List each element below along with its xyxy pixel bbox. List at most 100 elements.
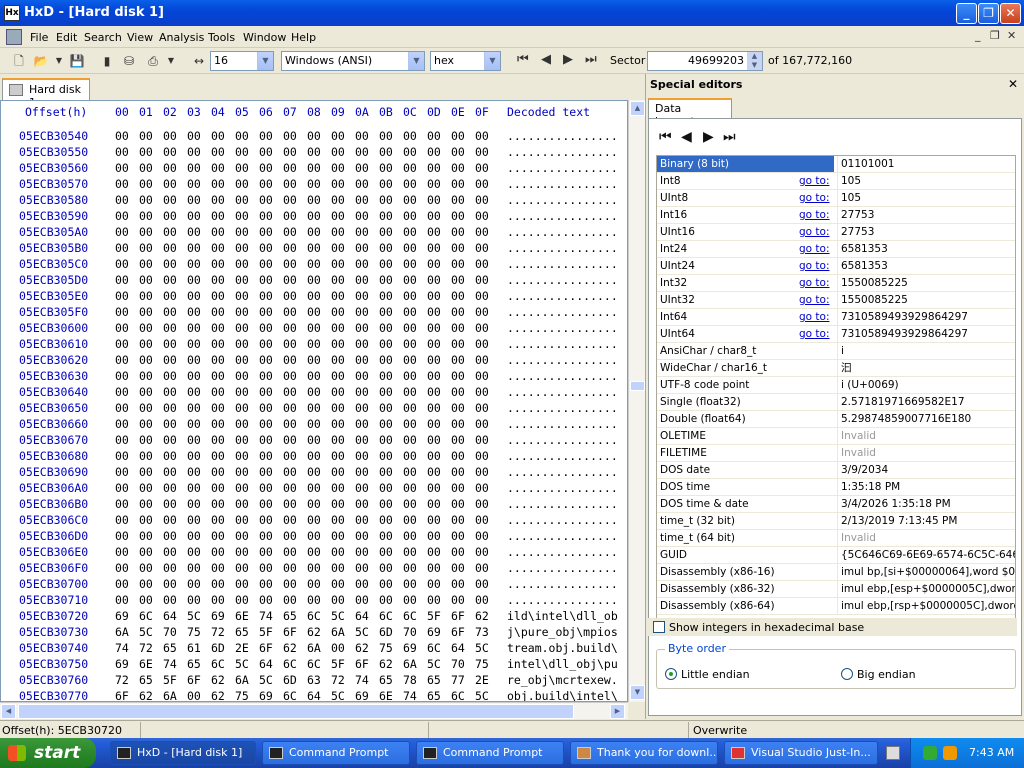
search-icon[interactable] bbox=[943, 746, 957, 760]
hex-byte[interactable]: 00 bbox=[115, 145, 129, 159]
hex-byte[interactable]: 00 bbox=[139, 241, 153, 255]
hex-byte[interactable]: 00 bbox=[163, 305, 177, 319]
hex-byte[interactable]: 00 bbox=[475, 465, 489, 479]
mdi-restore-button[interactable]: ❐ bbox=[990, 29, 1000, 42]
goto-link[interactable]: go to: bbox=[799, 224, 830, 240]
hex-byte[interactable]: 00 bbox=[211, 193, 225, 207]
hex-byte[interactable]: 00 bbox=[139, 145, 153, 159]
hex-byte[interactable]: 00 bbox=[235, 417, 249, 431]
hex-byte[interactable]: 00 bbox=[379, 273, 393, 287]
tab-hard-disk-1[interactable]: Hard disk 1 bbox=[2, 78, 90, 109]
hex-byte[interactable]: 00 bbox=[115, 209, 129, 223]
hex-byte[interactable]: 00 bbox=[427, 161, 441, 175]
hex-byte[interactable]: 00 bbox=[475, 513, 489, 527]
scroll-thumb[interactable] bbox=[18, 704, 574, 719]
hex-byte[interactable]: 00 bbox=[139, 369, 153, 383]
hex-byte[interactable]: 00 bbox=[379, 481, 393, 495]
hex-byte[interactable]: 00 bbox=[187, 257, 201, 271]
hex-byte[interactable]: 00 bbox=[259, 593, 273, 607]
hex-byte[interactable]: 00 bbox=[403, 209, 417, 223]
open-ram-icon[interactable]: ⛁ bbox=[120, 52, 138, 70]
hex-byte[interactable]: 00 bbox=[259, 257, 273, 271]
hex-byte[interactable]: 77 bbox=[451, 673, 465, 687]
hex-byte[interactable]: 62 bbox=[307, 625, 321, 639]
hex-byte[interactable]: 6C bbox=[427, 641, 441, 655]
hex-byte[interactable]: 00 bbox=[115, 465, 129, 479]
hex-byte[interactable]: 00 bbox=[163, 145, 177, 159]
hex-byte[interactable]: 00 bbox=[403, 449, 417, 463]
hex-byte[interactable]: 00 bbox=[211, 145, 225, 159]
hex-byte[interactable]: 00 bbox=[235, 177, 249, 191]
hex-byte[interactable]: 00 bbox=[307, 225, 321, 239]
hex-byte[interactable]: 00 bbox=[379, 145, 393, 159]
hex-byte[interactable]: 00 bbox=[379, 497, 393, 511]
hex-byte[interactable]: 00 bbox=[259, 161, 273, 175]
previous-sector-icon[interactable]: ◀ bbox=[541, 52, 551, 67]
hex-byte[interactable]: 00 bbox=[235, 129, 249, 143]
decoded-text[interactable]: ................ bbox=[507, 209, 627, 223]
hex-byte[interactable]: 5F bbox=[427, 609, 441, 623]
hex-byte[interactable]: 00 bbox=[451, 401, 465, 415]
hex-byte[interactable]: 00 bbox=[259, 481, 273, 495]
hex-byte[interactable]: 6E bbox=[235, 609, 249, 623]
hex-byte[interactable]: 00 bbox=[211, 385, 225, 399]
hex-byte[interactable]: 00 bbox=[427, 401, 441, 415]
hex-byte[interactable]: 00 bbox=[427, 257, 441, 271]
hex-byte[interactable]: 00 bbox=[355, 305, 369, 319]
hex-byte[interactable]: 00 bbox=[307, 193, 321, 207]
hex-byte[interactable]: 00 bbox=[355, 593, 369, 607]
inspector-value[interactable]: 汩 bbox=[837, 360, 1015, 376]
hex-byte[interactable]: 00 bbox=[427, 337, 441, 351]
hex-byte[interactable]: 00 bbox=[379, 529, 393, 543]
maximize-button[interactable]: ❐ bbox=[978, 3, 999, 24]
hex-byte[interactable]: 00 bbox=[115, 129, 129, 143]
hex-byte[interactable]: 00 bbox=[235, 225, 249, 239]
hex-byte[interactable]: 00 bbox=[187, 433, 201, 447]
hex-byte[interactable]: 00 bbox=[187, 129, 201, 143]
hex-byte[interactable]: 00 bbox=[283, 545, 297, 559]
hex-byte[interactable]: 65 bbox=[283, 609, 297, 623]
hex-byte[interactable]: 00 bbox=[355, 177, 369, 191]
hex-byte[interactable]: 00 bbox=[403, 481, 417, 495]
decoded-text[interactable]: ................ bbox=[507, 401, 627, 415]
hex-byte[interactable]: 6C bbox=[403, 609, 417, 623]
hex-byte[interactable]: 69 bbox=[115, 609, 129, 623]
decoded-text[interactable]: ................ bbox=[507, 225, 627, 239]
hex-byte[interactable]: 00 bbox=[355, 513, 369, 527]
hex-byte[interactable]: 00 bbox=[331, 529, 345, 543]
hex-byte[interactable]: 00 bbox=[307, 545, 321, 559]
inspector-row[interactable]: GUID {5C646C69-6E69-6574-6C5C-646C6 bbox=[657, 547, 1015, 564]
hex-byte[interactable]: 69 bbox=[355, 689, 369, 701]
goto-link[interactable]: go to: bbox=[799, 190, 830, 206]
hex-byte[interactable]: 6D bbox=[283, 673, 297, 687]
hex-byte[interactable]: 00 bbox=[379, 305, 393, 319]
first-sector-icon[interactable]: ⏮ bbox=[517, 52, 529, 67]
hex-byte[interactable]: 00 bbox=[187, 369, 201, 383]
hex-byte[interactable]: 00 bbox=[379, 545, 393, 559]
hex-byte[interactable]: 00 bbox=[163, 193, 177, 207]
hex-byte[interactable]: 6F bbox=[355, 657, 369, 671]
hex-byte[interactable]: 00 bbox=[163, 449, 177, 463]
minimize-button[interactable]: _ bbox=[956, 3, 977, 24]
hex-byte[interactable]: 00 bbox=[211, 545, 225, 559]
hex-byte[interactable]: 00 bbox=[187, 145, 201, 159]
hex-byte[interactable]: 00 bbox=[163, 241, 177, 255]
hex-byte[interactable]: 6A bbox=[163, 689, 177, 701]
hex-byte[interactable]: 00 bbox=[427, 433, 441, 447]
hex-byte[interactable]: 00 bbox=[307, 161, 321, 175]
inspector-row[interactable]: Int32 go to: 1550085225 bbox=[657, 275, 1015, 292]
hex-byte[interactable]: 00 bbox=[331, 353, 345, 367]
hex-byte[interactable]: 00 bbox=[427, 193, 441, 207]
hex-byte[interactable]: 00 bbox=[427, 241, 441, 255]
hex-byte[interactable]: 69 bbox=[403, 641, 417, 655]
start-button[interactable]: start bbox=[0, 738, 96, 768]
menu-analysis[interactable]: Analysis bbox=[159, 31, 204, 44]
hex-byte[interactable]: 00 bbox=[283, 193, 297, 207]
hex-byte[interactable]: 00 bbox=[475, 481, 489, 495]
hex-byte[interactable]: 65 bbox=[139, 673, 153, 687]
next-sector-icon[interactable]: ▶ bbox=[563, 52, 573, 67]
hex-byte[interactable]: 00 bbox=[355, 577, 369, 591]
hex-byte[interactable]: 74 bbox=[355, 673, 369, 687]
hex-byte[interactable]: 00 bbox=[259, 529, 273, 543]
hex-byte[interactable]: 00 bbox=[475, 417, 489, 431]
